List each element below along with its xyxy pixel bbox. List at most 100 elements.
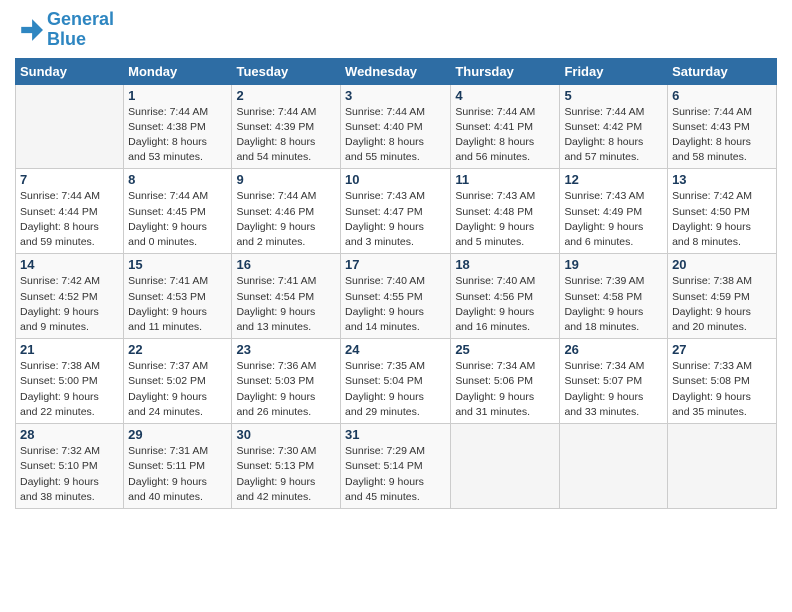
day-info: Sunrise: 7:39 AM Sunset: 4:58 PM Dayligh… [564,274,663,335]
day-info: Sunrise: 7:41 AM Sunset: 4:54 PM Dayligh… [236,274,336,335]
calendar-header-row: SundayMondayTuesdayWednesdayThursdayFrid… [16,58,777,84]
calendar-cell: 6 Sunrise: 7:44 AM Sunset: 4:43 PM Daylig… [668,84,777,169]
day-number: 21 [20,342,119,357]
calendar-cell: 5 Sunrise: 7:44 AM Sunset: 4:42 PM Daylig… [560,84,668,169]
day-number: 5 [564,88,663,103]
day-info: Sunrise: 7:34 AM Sunset: 5:06 PM Dayligh… [455,359,555,420]
day-number: 9 [236,172,336,187]
day-info: Sunrise: 7:37 AM Sunset: 5:02 PM Dayligh… [128,359,227,420]
calendar-cell: 11 Sunrise: 7:43 AM Sunset: 4:48 PM Dayli… [451,169,560,254]
day-info: Sunrise: 7:31 AM Sunset: 5:11 PM Dayligh… [128,444,227,505]
calendar-week-row: 14Sunrise: 7:42 AM Sunset: 4:52 PM Dayli… [16,254,777,339]
calendar-cell: 7 Sunrise: 7:44 AM Sunset: 4:44 PM Daylig… [16,169,124,254]
calendar-table: SundayMondayTuesdayWednesdayThursdayFrid… [15,58,777,509]
logo-icon [15,16,43,44]
day-number: 24 [345,342,446,357]
day-number: 29 [128,427,227,442]
calendar-cell: 12Sunrise: 7:43 AM Sunset: 4:49 PM Dayli… [560,169,668,254]
day-info: Sunrise: 7:44 AM Sunset: 4:42 PM Dayligh… [564,105,663,166]
day-number: 11 [455,172,555,187]
header: General Blue [15,10,777,50]
day-number: 18 [455,257,555,272]
calendar-cell: 28 Sunrise: 7:32 AM Sunset: 5:10 PM Dayli… [16,424,124,509]
calendar-cell [451,424,560,509]
calendar-cell: 3Sunrise: 7:44 AM Sunset: 4:40 PM Daylig… [341,84,451,169]
calendar-cell: 26Sunrise: 7:34 AM Sunset: 5:07 PM Dayli… [560,339,668,424]
day-info: Sunrise: 7:41 AM Sunset: 4:53 PM Dayligh… [128,274,227,335]
day-info: Sunrise: 7:43 AM Sunset: 4:48 PM Dayligh… [455,189,555,250]
header-sunday: Sunday [16,58,124,84]
day-info: Sunrise: 7:33 AM Sunset: 5:08 PM Dayligh… [672,359,772,420]
logo-text: General Blue [47,10,114,50]
header-tuesday: Tuesday [232,58,341,84]
day-info: Sunrise: 7:34 AM Sunset: 5:07 PM Dayligh… [564,359,663,420]
calendar-cell: 9 Sunrise: 7:44 AM Sunset: 4:46 PM Daylig… [232,169,341,254]
calendar-cell: 17Sunrise: 7:40 AM Sunset: 4:55 PM Dayli… [341,254,451,339]
calendar-cell: 1 Sunrise: 7:44 AM Sunset: 4:38 PM Daylig… [124,84,232,169]
day-number: 8 [128,172,227,187]
calendar-cell: 13 Sunrise: 7:42 AM Sunset: 4:50 PM Dayli… [668,169,777,254]
page-container: General Blue SundayMondayTuesdayWednesda… [0,0,792,519]
day-info: Sunrise: 7:38 AM Sunset: 5:00 PM Dayligh… [20,359,119,420]
day-number: 16 [236,257,336,272]
day-info: Sunrise: 7:42 AM Sunset: 4:50 PM Dayligh… [672,189,772,250]
day-number: 17 [345,257,446,272]
calendar-cell [668,424,777,509]
calendar-cell: 31 Sunrise: 7:29 AM Sunset: 5:14 PM Dayli… [341,424,451,509]
day-number: 2 [236,88,336,103]
day-number: 6 [672,88,772,103]
day-number: 7 [20,172,119,187]
day-info: Sunrise: 7:44 AM Sunset: 4:43 PM Dayligh… [672,105,772,166]
header-wednesday: Wednesday [341,58,451,84]
day-number: 12 [564,172,663,187]
day-info: Sunrise: 7:29 AM Sunset: 5:14 PM Dayligh… [345,444,446,505]
day-number: 13 [672,172,772,187]
calendar-cell: 23Sunrise: 7:36 AM Sunset: 5:03 PM Dayli… [232,339,341,424]
day-info: Sunrise: 7:44 AM Sunset: 4:44 PM Dayligh… [20,189,119,250]
day-info: Sunrise: 7:44 AM Sunset: 4:39 PM Dayligh… [236,105,336,166]
day-number: 23 [236,342,336,357]
calendar-cell: 15Sunrise: 7:41 AM Sunset: 4:53 PM Dayli… [124,254,232,339]
day-number: 3 [345,88,446,103]
day-info: Sunrise: 7:44 AM Sunset: 4:38 PM Dayligh… [128,105,227,166]
calendar-cell [560,424,668,509]
day-info: Sunrise: 7:38 AM Sunset: 4:59 PM Dayligh… [672,274,772,335]
day-info: Sunrise: 7:44 AM Sunset: 4:45 PM Dayligh… [128,189,227,250]
calendar-cell: 25Sunrise: 7:34 AM Sunset: 5:06 PM Dayli… [451,339,560,424]
calendar-cell: 14Sunrise: 7:42 AM Sunset: 4:52 PM Dayli… [16,254,124,339]
calendar-cell: 24 Sunrise: 7:35 AM Sunset: 5:04 PM Dayli… [341,339,451,424]
calendar-cell: 21 Sunrise: 7:38 AM Sunset: 5:00 PM Dayli… [16,339,124,424]
calendar-cell: 22 Sunrise: 7:37 AM Sunset: 5:02 PM Dayli… [124,339,232,424]
header-thursday: Thursday [451,58,560,84]
day-number: 22 [128,342,227,357]
day-info: Sunrise: 7:44 AM Sunset: 4:46 PM Dayligh… [236,189,336,250]
day-number: 14 [20,257,119,272]
calendar-cell: 16 Sunrise: 7:41 AM Sunset: 4:54 PM Dayli… [232,254,341,339]
calendar-cell: 2 Sunrise: 7:44 AM Sunset: 4:39 PM Daylig… [232,84,341,169]
day-number: 19 [564,257,663,272]
day-number: 1 [128,88,227,103]
calendar-cell: 20 Sunrise: 7:38 AM Sunset: 4:59 PM Dayli… [668,254,777,339]
calendar-week-row: 21 Sunrise: 7:38 AM Sunset: 5:00 PM Dayli… [16,339,777,424]
calendar-week-row: 1 Sunrise: 7:44 AM Sunset: 4:38 PM Daylig… [16,84,777,169]
calendar-cell: 8 Sunrise: 7:44 AM Sunset: 4:45 PM Daylig… [124,169,232,254]
day-info: Sunrise: 7:35 AM Sunset: 5:04 PM Dayligh… [345,359,446,420]
calendar-cell: 18Sunrise: 7:40 AM Sunset: 4:56 PM Dayli… [451,254,560,339]
day-number: 30 [236,427,336,442]
calendar-cell: 30 Sunrise: 7:30 AM Sunset: 5:13 PM Dayli… [232,424,341,509]
calendar-cell: 10 Sunrise: 7:43 AM Sunset: 4:47 PM Dayli… [341,169,451,254]
calendar-week-row: 28 Sunrise: 7:32 AM Sunset: 5:10 PM Dayli… [16,424,777,509]
day-info: Sunrise: 7:30 AM Sunset: 5:13 PM Dayligh… [236,444,336,505]
day-number: 28 [20,427,119,442]
day-number: 20 [672,257,772,272]
day-info: Sunrise: 7:32 AM Sunset: 5:10 PM Dayligh… [20,444,119,505]
day-number: 10 [345,172,446,187]
day-number: 31 [345,427,446,442]
day-number: 4 [455,88,555,103]
header-friday: Friday [560,58,668,84]
day-info: Sunrise: 7:43 AM Sunset: 4:47 PM Dayligh… [345,189,446,250]
calendar-cell: 4 Sunrise: 7:44 AM Sunset: 4:41 PM Daylig… [451,84,560,169]
logo: General Blue [15,10,114,50]
day-info: Sunrise: 7:44 AM Sunset: 4:41 PM Dayligh… [455,105,555,166]
calendar-cell: 27Sunrise: 7:33 AM Sunset: 5:08 PM Dayli… [668,339,777,424]
